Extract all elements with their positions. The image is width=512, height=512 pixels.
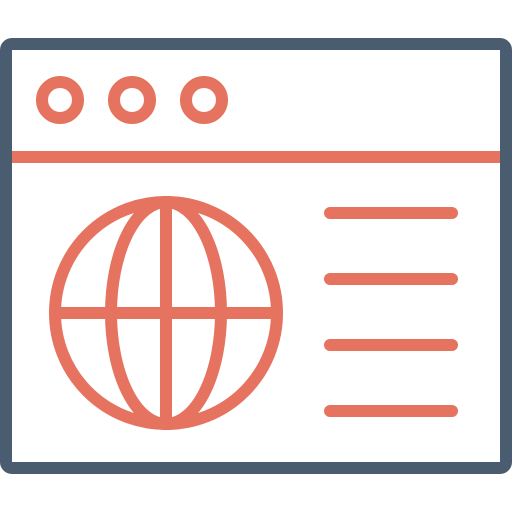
web-browser-globe-icon bbox=[0, 38, 512, 474]
icon-canvas bbox=[0, 0, 512, 512]
window-dot-1-icon bbox=[36, 76, 84, 124]
window-dot-2-icon bbox=[108, 76, 156, 124]
content-lines bbox=[324, 207, 458, 417]
window-dot-3-icon bbox=[180, 76, 228, 124]
window-controls bbox=[36, 76, 228, 124]
globe-icon bbox=[49, 196, 283, 430]
